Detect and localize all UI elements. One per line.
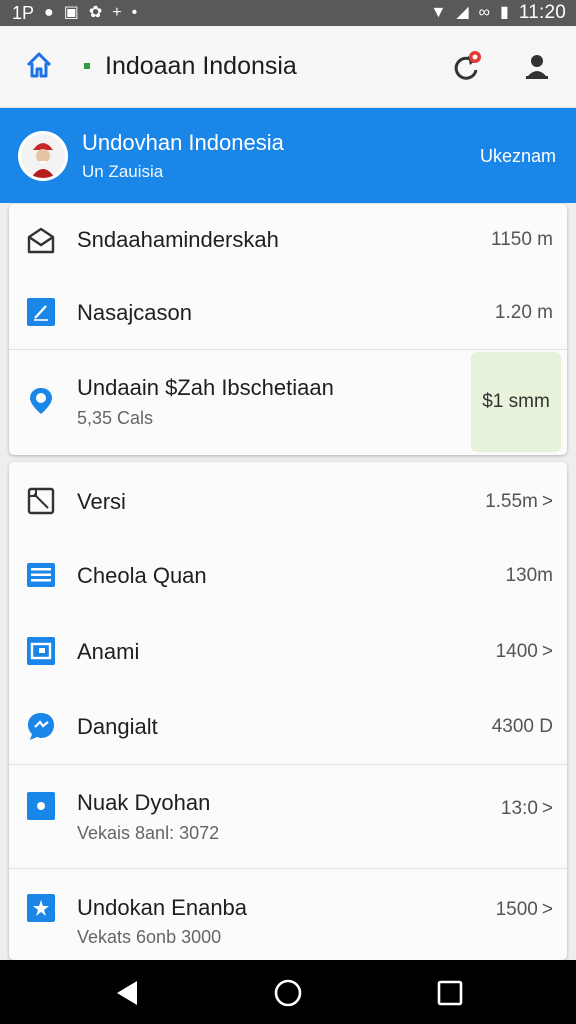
list-item[interactable]: Undaain $Zah Ibschetiaan 5,35 Cals $1 sm… [9, 350, 567, 455]
navigation-bar [0, 960, 576, 1024]
edit-square-icon [27, 298, 55, 326]
chevron-right-icon: > [541, 798, 553, 819]
signal-icon: ◢ [456, 4, 469, 21]
crop-frame-icon [27, 487, 55, 515]
plus-icon: + [112, 4, 122, 21]
list-item[interactable]: Dangialt 4300 D [9, 690, 567, 764]
list-item[interactable]: Nuak Dyohan Vekais 8anl: 3072 13:0 > [9, 765, 567, 868]
list-icon [27, 563, 55, 587]
list-item[interactable]: Sndaahaminderskah 1150 m [9, 204, 567, 276]
back-icon[interactable] [113, 978, 143, 1008]
item-value: 1500 > [495, 899, 553, 920]
item-value: 13:0 > [500, 798, 553, 819]
wifi-icon: ▼ [430, 4, 447, 21]
list-item[interactable]: Cheola Quan 130m [9, 538, 567, 614]
avatar[interactable] [18, 131, 68, 181]
item-label: Anami [77, 639, 140, 664]
item-label: Sndaahaminderskah [77, 227, 279, 252]
list-item[interactable]: Nasajcason 1.20 m [9, 276, 567, 350]
item-label: Cheola Quan [77, 563, 207, 588]
item-label: Dangialt [77, 714, 158, 739]
status-dot [84, 63, 90, 69]
profile-name: Undovhan Indonesia [82, 130, 284, 155]
star-icon [27, 894, 55, 922]
profile-subtitle: Un Zauisia [82, 162, 164, 181]
details-card: Versi 1.55m > Cheola Quan 130m Anami 1400… [9, 462, 567, 960]
item-label: Undaain $Zah Ibschetiaan [77, 375, 334, 400]
item-value: 4300 D [491, 716, 553, 737]
chevron-right-icon: > [541, 491, 553, 512]
photo-icon: ▣ [63, 4, 79, 21]
battery-icon: ▮ [500, 4, 509, 21]
app-title: Indoaan Indonsia [105, 52, 297, 80]
list-item[interactable]: Versi 1.55m > [9, 462, 567, 538]
dot-icon: • [131, 4, 138, 21]
item-value: 1.20 m [494, 302, 553, 323]
item-label: Versi [77, 489, 126, 514]
account-icon[interactable] [520, 50, 554, 84]
location-pin-icon [30, 388, 52, 414]
app-bar: Indoaan Indonsia [0, 26, 576, 108]
item-subtitle: Vekais 8anl: 3072 [77, 823, 220, 843]
refresh-icon[interactable] [448, 50, 484, 86]
camera-icon [27, 792, 55, 820]
status-right: ▼ ◢ ∞ ▮ 11:20 [430, 2, 566, 24]
item-value: 1.55m > [485, 491, 553, 512]
summary-card: Sndaahaminderskah 1150 m Nasajcason 1.20… [9, 204, 567, 455]
item-value: 130m [505, 565, 553, 586]
status-bar: 1P ● ▣ ✿ + • ▼ ◢ ∞ ▮ 11:20 [0, 0, 576, 26]
item-value: 1150 m [491, 229, 553, 250]
item-value: 1400 > [495, 641, 553, 662]
screen-icon [27, 637, 55, 665]
apple-icon: ✿ [88, 4, 103, 21]
notification-icon: ● [44, 4, 54, 21]
price-badge[interactable]: $1 smm [471, 352, 561, 452]
profile-banner[interactable]: Undovhan Indonesia Un Zauisia Ukeznam [0, 108, 576, 203]
recents-icon[interactable] [435, 978, 465, 1008]
chat-bubble-icon [28, 713, 54, 740]
clock: 11:20 [518, 2, 566, 23]
home-circle-icon[interactable] [273, 978, 303, 1008]
item-label: Nuak Dyohan [77, 790, 211, 815]
list-item[interactable]: Anami 1400 > [9, 614, 567, 690]
status-left: 1P ● ▣ ✿ + • [12, 3, 137, 24]
chevron-right-icon: > [541, 899, 553, 920]
list-item[interactable]: Undokan Enanba Vekats 6onb 3000 1500 > [9, 869, 567, 960]
status-left-text: 1P [12, 2, 35, 23]
item-subtitle: 5,35 Cals [77, 408, 154, 428]
item-label: Undokan Enanba [77, 895, 248, 920]
item-subtitle: Vekats 6onb 3000 [77, 927, 222, 947]
home-icon[interactable] [24, 50, 54, 80]
chevron-right-icon: > [541, 641, 553, 662]
voicemail-icon: ∞ [478, 4, 491, 21]
item-label: Nasajcason [77, 300, 192, 325]
banner-action[interactable]: Ukeznam [480, 146, 556, 167]
envelope-icon [27, 227, 55, 254]
